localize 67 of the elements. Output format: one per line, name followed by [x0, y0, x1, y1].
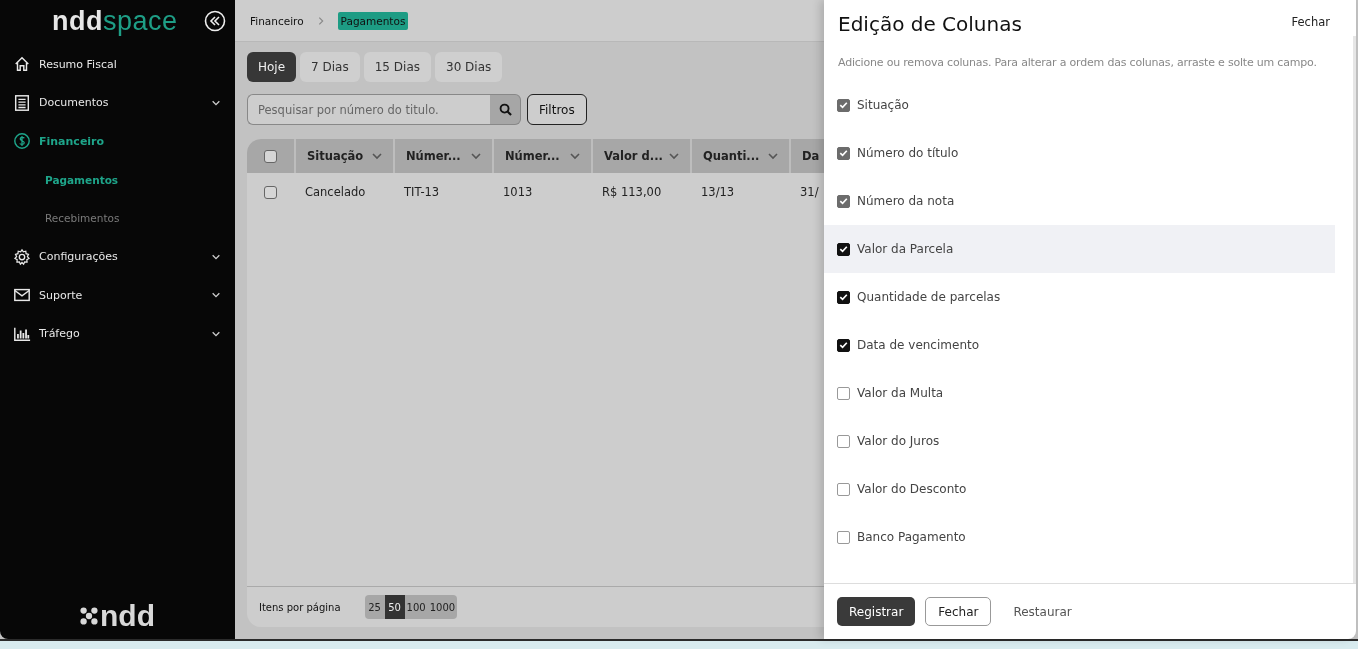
- breadcrumb-link[interactable]: Financeiro: [250, 14, 304, 27]
- nav-item[interactable]: Resumo Fiscal: [0, 45, 235, 84]
- nav-item[interactable]: Documentos: [0, 83, 235, 122]
- filters-button[interactable]: Filtros: [527, 94, 587, 125]
- receipt-icon: [13, 93, 31, 112]
- column-header[interactable]: Númer...: [393, 139, 492, 173]
- option-checkbox[interactable]: [837, 386, 850, 400]
- table-cell-text: R$ 113,00: [601, 184, 663, 201]
- option-checkbox[interactable]: [837, 290, 850, 304]
- option-checkbox[interactable]: [837, 242, 850, 256]
- period-tab[interactable]: 7 Dias: [300, 52, 360, 82]
- chevron-down-icon: [767, 150, 779, 162]
- nav-subitem[interactable]: Recebimentos: [0, 199, 235, 238]
- column-header[interactable]: Quanti...: [690, 139, 789, 173]
- table-cell-text: 13/13: [700, 184, 736, 201]
- column-option[interactable]: Banco Pagamento: [824, 513, 1335, 561]
- nav-item[interactable]: Configurações: [0, 237, 235, 276]
- gear-icon: [13, 247, 31, 266]
- logo: nddspace: [52, 7, 178, 35]
- period-tab[interactable]: Hoje: [247, 52, 297, 82]
- period-tab[interactable]: 30 Dias: [435, 52, 503, 82]
- column-header[interactable]: Valor d...: [591, 139, 690, 173]
- footer-logo: ndd: [0, 601, 235, 631]
- column-option[interactable]: Valor do Desconto: [824, 465, 1335, 513]
- chevron-down-icon: [470, 150, 482, 162]
- pagination-label: Itens por página: [259, 601, 341, 613]
- close-button[interactable]: Fechar: [925, 597, 992, 626]
- option-checkbox[interactable]: [837, 338, 850, 352]
- home-icon: [13, 55, 31, 74]
- option-checkbox[interactable]: [837, 482, 850, 496]
- double-chevron-left-icon: [203, 10, 226, 32]
- collapse-button[interactable]: [203, 10, 226, 32]
- page-size-option[interactable]: 1000: [427, 595, 458, 619]
- column-header[interactable]: Situação: [294, 139, 393, 173]
- select-all-checkbox[interactable]: [264, 149, 277, 163]
- column-header[interactable]: Númer...: [492, 139, 591, 173]
- breadcrumb-link[interactable]: Pagamentos: [337, 11, 409, 30]
- dollar-icon: [13, 132, 31, 151]
- dots-icon: [80, 607, 98, 625]
- table-cell-text: TIT-13: [403, 184, 441, 201]
- row-checkbox[interactable]: [264, 185, 277, 199]
- nav-subitem[interactable]: Pagamentos: [0, 160, 235, 199]
- option-checkbox[interactable]: [837, 530, 850, 544]
- column-option[interactable]: Valor da Multa: [824, 369, 1335, 417]
- nav-item[interactable]: Financeiro: [0, 122, 235, 161]
- nav-item[interactable]: Tráfego: [0, 314, 235, 353]
- panel-description: Adicione ou remova colunas. Para alterar a ordem das colunas, arraste e solte um campo.: [838, 56, 1318, 69]
- chevron-down-icon: [668, 150, 680, 162]
- page-size-option[interactable]: 50: [384, 595, 405, 619]
- nav-item[interactable]: Suporte: [0, 276, 235, 315]
- column-option[interactable]: Data de vencimento: [824, 321, 1335, 369]
- page-size-option[interactable]: 100: [404, 595, 428, 619]
- panel-title: Edição de Colunas: [838, 12, 1022, 36]
- chevron-down-icon: [569, 150, 581, 162]
- table-cell-text: Cancelado: [304, 184, 367, 201]
- restore-button[interactable]: Restaurar: [1001, 597, 1084, 626]
- table-cell-text: 1013: [502, 184, 534, 201]
- period-tab[interactable]: 15 Dias: [363, 52, 431, 82]
- column-option[interactable]: Quantidade de parcelas: [824, 273, 1335, 321]
- register-button[interactable]: Registrar: [837, 597, 916, 626]
- close-link[interactable]: Fechar: [1291, 12, 1330, 29]
- column-option[interactable]: Valor do Juros: [824, 417, 1335, 465]
- column-option[interactable]: Valor da Parcela: [824, 225, 1335, 273]
- option-checkbox[interactable]: [837, 434, 850, 448]
- chevron-down-icon: [371, 150, 383, 162]
- page-size-option[interactable]: 25: [364, 595, 385, 619]
- table-cell-text: 31/: [799, 184, 820, 201]
